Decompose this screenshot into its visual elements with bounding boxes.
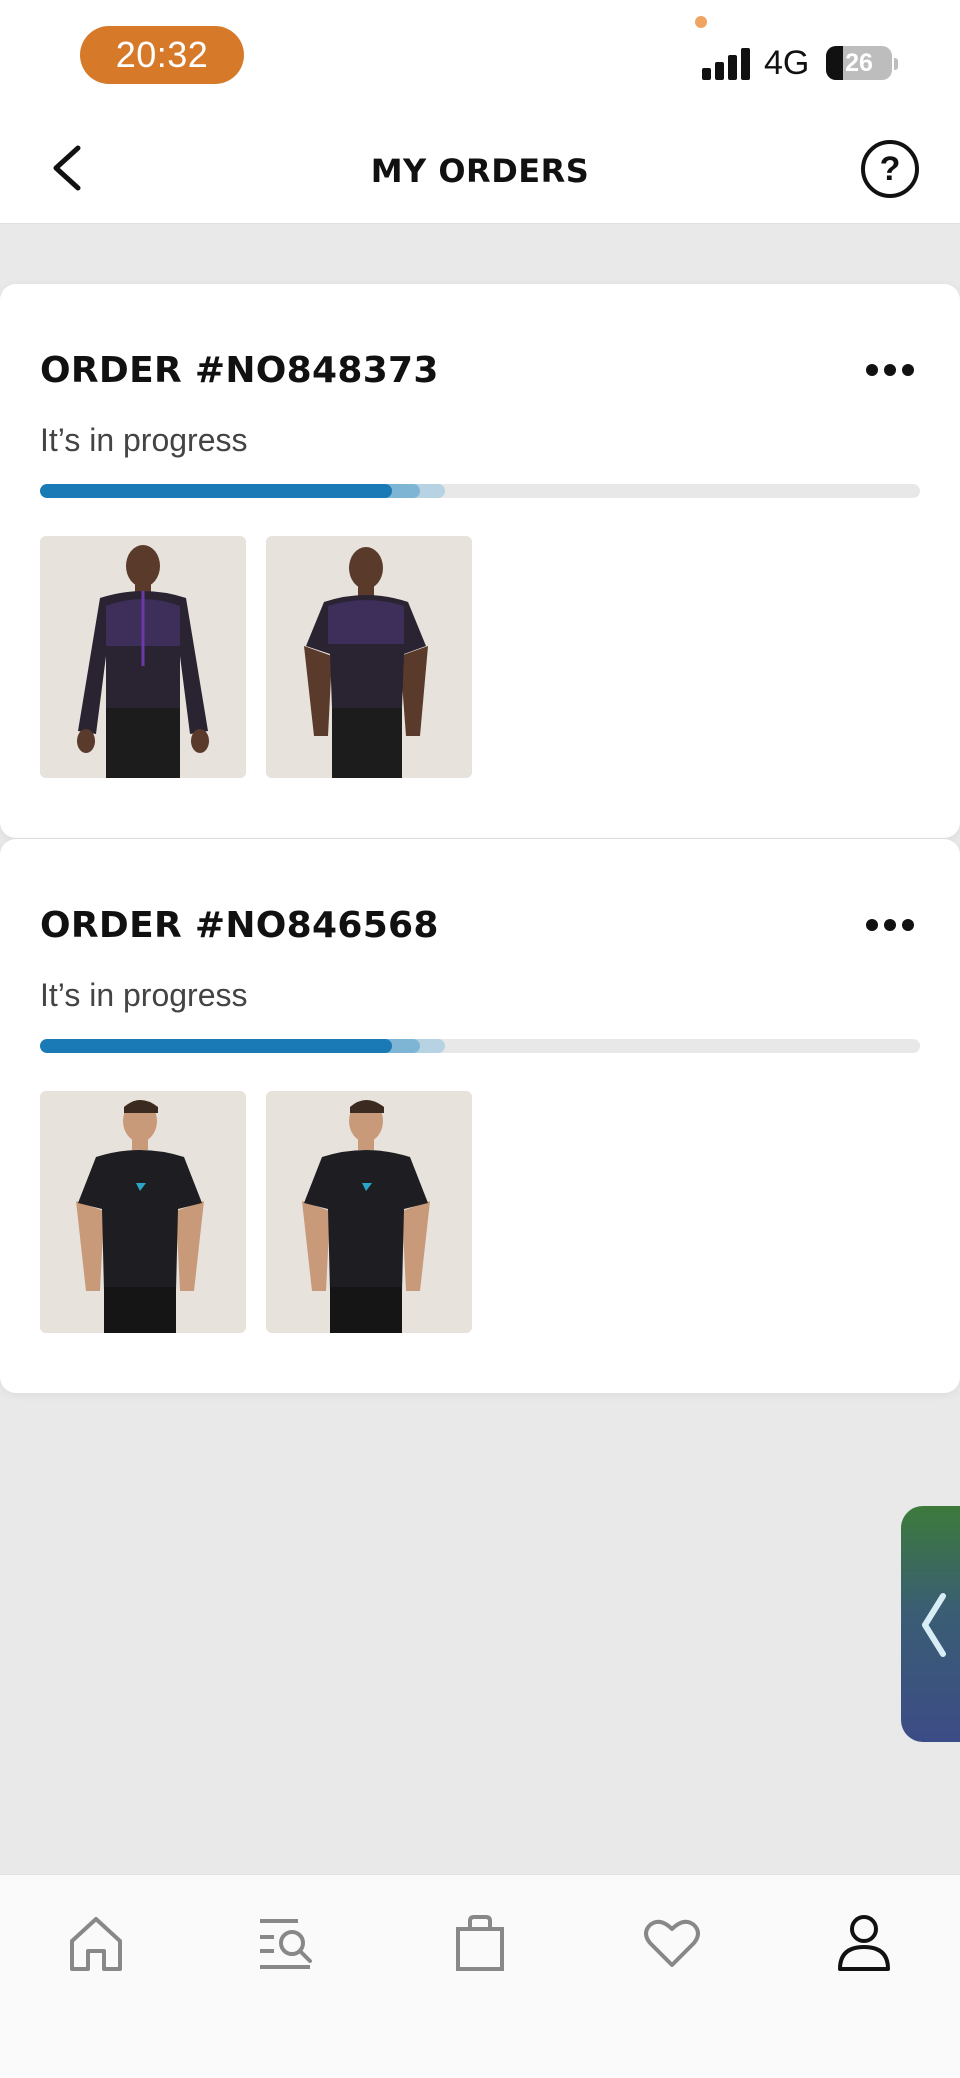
status-bar: 20:32 4G 26: [0, 0, 960, 112]
order-progress-bar: [40, 1039, 920, 1053]
privacy-indicator-dot: [695, 16, 707, 28]
more-icon-dot: [866, 364, 878, 376]
chevron-left-icon: [922, 1593, 946, 1657]
shopping-bag-icon: [456, 1915, 504, 1971]
question-circle-icon: ?: [879, 149, 901, 188]
more-icon-dot: [902, 364, 914, 376]
order-card[interactable]: ORDER #NO848373 It’s in progress: [0, 284, 960, 838]
page-title: MY ORDERS: [370, 152, 590, 190]
status-time: 20:32: [80, 26, 244, 84]
nav-account[interactable]: [832, 1911, 896, 1975]
nav-search[interactable]: [254, 1911, 318, 1975]
nav-wishlist[interactable]: [640, 1911, 704, 1975]
heart-icon: [644, 1919, 700, 1967]
product-thumbnail[interactable]: [266, 1091, 472, 1333]
battery-fill: [826, 46, 844, 80]
more-icon-dot: [902, 919, 914, 931]
battery-tip: [894, 58, 898, 70]
order-title: ORDER #NO846568: [40, 905, 439, 946]
order-status: It’s in progress: [40, 977, 248, 1013]
product-thumbnail[interactable]: [40, 1091, 246, 1333]
more-icon-dot: [884, 919, 896, 931]
home-icon: [70, 1917, 122, 1971]
order-title: ORDER #NO848373: [40, 350, 439, 391]
bottom-nav: [0, 1874, 960, 2078]
network-type: 4G: [764, 44, 810, 82]
more-options-button[interactable]: [862, 358, 918, 382]
product-photo-black-tshirt: [266, 1091, 472, 1333]
progress-fill: [40, 1039, 392, 1053]
order-status: It’s in progress: [40, 422, 248, 458]
profile-icon: [838, 1915, 890, 1971]
battery-level: 26: [845, 48, 873, 77]
app-header: MY ORDERS ?: [0, 112, 960, 224]
product-thumbnail[interactable]: [266, 536, 472, 778]
more-options-button[interactable]: [862, 913, 918, 937]
signal-icon: [702, 46, 752, 80]
nav-home[interactable]: [64, 1911, 128, 1975]
more-icon-dot: [866, 919, 878, 931]
order-card[interactable]: ORDER #NO846568 It’s in progress: [0, 839, 960, 1393]
product-photo-short-sleeve-purple-top: [266, 536, 472, 778]
help-button[interactable]: ?: [861, 140, 919, 198]
search-list-icon: [260, 1919, 312, 1969]
floating-side-tab[interactable]: [901, 1506, 960, 1742]
battery-icon: 26: [826, 46, 892, 80]
product-thumbnail[interactable]: [40, 536, 246, 778]
nav-bag[interactable]: [448, 1911, 512, 1975]
product-photo-long-sleeve-purple-top: [40, 536, 246, 778]
product-photo-black-tshirt: [40, 1091, 246, 1333]
more-icon-dot: [884, 364, 896, 376]
order-progress-bar: [40, 484, 920, 498]
progress-fill: [40, 484, 392, 498]
